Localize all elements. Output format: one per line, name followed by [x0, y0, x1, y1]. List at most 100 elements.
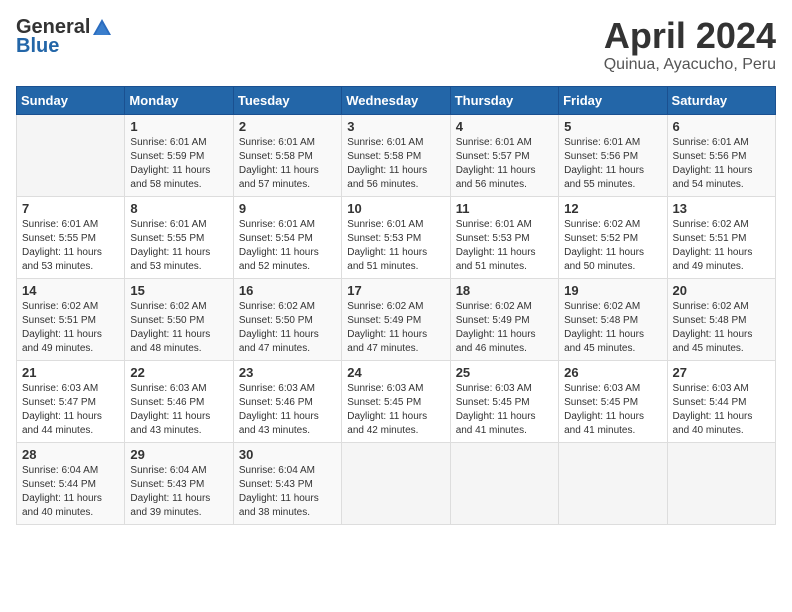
calendar-cell: 22 Sunrise: 6:03 AMSunset: 5:46 PMDaylig…: [125, 360, 233, 442]
calendar-cell: [667, 442, 775, 524]
day-info: Sunrise: 6:01 AMSunset: 5:53 PMDaylight:…: [347, 219, 427, 272]
calendar-cell: [450, 442, 558, 524]
calendar-cell: 18 Sunrise: 6:02 AMSunset: 5:49 PMDaylig…: [450, 278, 558, 360]
weekday-header-row: SundayMondayTuesdayWednesdayThursdayFrid…: [17, 86, 776, 114]
calendar-cell: 20 Sunrise: 6:02 AMSunset: 5:48 PMDaylig…: [667, 278, 775, 360]
day-info: Sunrise: 6:02 AMSunset: 5:52 PMDaylight:…: [564, 219, 644, 272]
day-info: Sunrise: 6:01 AMSunset: 5:59 PMDaylight:…: [130, 137, 210, 190]
calendar-cell: 6 Sunrise: 6:01 AMSunset: 5:56 PMDayligh…: [667, 114, 775, 196]
day-info: Sunrise: 6:01 AMSunset: 5:55 PMDaylight:…: [22, 219, 102, 272]
day-number: 30: [239, 447, 336, 462]
day-info: Sunrise: 6:03 AMSunset: 5:47 PMDaylight:…: [22, 383, 102, 436]
day-number: 27: [673, 365, 770, 380]
weekday-header-sunday: Sunday: [17, 86, 125, 114]
calendar-cell: 4 Sunrise: 6:01 AMSunset: 5:57 PMDayligh…: [450, 114, 558, 196]
calendar-table: SundayMondayTuesdayWednesdayThursdayFrid…: [16, 86, 776, 525]
day-info: Sunrise: 6:01 AMSunset: 5:57 PMDaylight:…: [456, 137, 536, 190]
day-number: 11: [456, 201, 553, 216]
day-info: Sunrise: 6:02 AMSunset: 5:50 PMDaylight:…: [130, 301, 210, 354]
day-info: Sunrise: 6:01 AMSunset: 5:56 PMDaylight:…: [564, 137, 644, 190]
calendar-cell: 13 Sunrise: 6:02 AMSunset: 5:51 PMDaylig…: [667, 196, 775, 278]
calendar-week-row: 28 Sunrise: 6:04 AMSunset: 5:44 PMDaylig…: [17, 442, 776, 524]
calendar-cell: 19 Sunrise: 6:02 AMSunset: 5:48 PMDaylig…: [559, 278, 667, 360]
day-number: 10: [347, 201, 444, 216]
day-info: Sunrise: 6:04 AMSunset: 5:43 PMDaylight:…: [130, 465, 210, 518]
calendar-cell: 14 Sunrise: 6:02 AMSunset: 5:51 PMDaylig…: [17, 278, 125, 360]
calendar-week-row: 14 Sunrise: 6:02 AMSunset: 5:51 PMDaylig…: [17, 278, 776, 360]
page-header: General Blue April 2024 Quinua, Ayacucho…: [16, 16, 776, 74]
day-info: Sunrise: 6:03 AMSunset: 5:46 PMDaylight:…: [239, 383, 319, 436]
day-info: Sunrise: 6:01 AMSunset: 5:58 PMDaylight:…: [239, 137, 319, 190]
calendar-cell: 25 Sunrise: 6:03 AMSunset: 5:45 PMDaylig…: [450, 360, 558, 442]
day-number: 6: [673, 119, 770, 134]
day-number: 14: [22, 283, 119, 298]
weekday-header-saturday: Saturday: [667, 86, 775, 114]
day-number: 22: [130, 365, 227, 380]
day-number: 13: [673, 201, 770, 216]
day-number: 19: [564, 283, 661, 298]
logo-blue-text: Blue: [16, 35, 59, 58]
weekday-header-monday: Monday: [125, 86, 233, 114]
day-number: 24: [347, 365, 444, 380]
day-info: Sunrise: 6:01 AMSunset: 5:55 PMDaylight:…: [130, 219, 210, 272]
weekday-header-thursday: Thursday: [450, 86, 558, 114]
calendar-cell: 27 Sunrise: 6:03 AMSunset: 5:44 PMDaylig…: [667, 360, 775, 442]
day-number: 8: [130, 201, 227, 216]
calendar-cell: [342, 442, 450, 524]
calendar-cell: [559, 442, 667, 524]
calendar-cell: 12 Sunrise: 6:02 AMSunset: 5:52 PMDaylig…: [559, 196, 667, 278]
calendar-cell: 9 Sunrise: 6:01 AMSunset: 5:54 PMDayligh…: [233, 196, 341, 278]
day-number: 16: [239, 283, 336, 298]
day-info: Sunrise: 6:02 AMSunset: 5:51 PMDaylight:…: [673, 219, 753, 272]
day-info: Sunrise: 6:02 AMSunset: 5:51 PMDaylight:…: [22, 301, 102, 354]
day-info: Sunrise: 6:02 AMSunset: 5:49 PMDaylight:…: [456, 301, 536, 354]
day-info: Sunrise: 6:02 AMSunset: 5:49 PMDaylight:…: [347, 301, 427, 354]
day-info: Sunrise: 6:01 AMSunset: 5:58 PMDaylight:…: [347, 137, 427, 190]
day-info: Sunrise: 6:01 AMSunset: 5:54 PMDaylight:…: [239, 219, 319, 272]
calendar-cell: 23 Sunrise: 6:03 AMSunset: 5:46 PMDaylig…: [233, 360, 341, 442]
day-number: 28: [22, 447, 119, 462]
weekday-header-friday: Friday: [559, 86, 667, 114]
day-number: 20: [673, 283, 770, 298]
weekday-header-tuesday: Tuesday: [233, 86, 341, 114]
logo: General Blue: [16, 16, 114, 58]
title-block: April 2024 Quinua, Ayacucho, Peru: [604, 16, 776, 74]
calendar-cell: 16 Sunrise: 6:02 AMSunset: 5:50 PMDaylig…: [233, 278, 341, 360]
calendar-cell: 3 Sunrise: 6:01 AMSunset: 5:58 PMDayligh…: [342, 114, 450, 196]
day-info: Sunrise: 6:04 AMSunset: 5:44 PMDaylight:…: [22, 465, 102, 518]
day-number: 26: [564, 365, 661, 380]
day-number: 18: [456, 283, 553, 298]
calendar-cell: 8 Sunrise: 6:01 AMSunset: 5:55 PMDayligh…: [125, 196, 233, 278]
day-info: Sunrise: 6:03 AMSunset: 5:45 PMDaylight:…: [347, 383, 427, 436]
day-info: Sunrise: 6:02 AMSunset: 5:50 PMDaylight:…: [239, 301, 319, 354]
calendar-week-row: 21 Sunrise: 6:03 AMSunset: 5:47 PMDaylig…: [17, 360, 776, 442]
day-number: 17: [347, 283, 444, 298]
day-info: Sunrise: 6:02 AMSunset: 5:48 PMDaylight:…: [673, 301, 753, 354]
day-info: Sunrise: 6:01 AMSunset: 5:53 PMDaylight:…: [456, 219, 536, 272]
logo-icon: [91, 17, 113, 39]
day-number: 7: [22, 201, 119, 216]
calendar-cell: 7 Sunrise: 6:01 AMSunset: 5:55 PMDayligh…: [17, 196, 125, 278]
day-number: 9: [239, 201, 336, 216]
location-subtitle: Quinua, Ayacucho, Peru: [604, 56, 776, 74]
day-info: Sunrise: 6:03 AMSunset: 5:44 PMDaylight:…: [673, 383, 753, 436]
day-number: 15: [130, 283, 227, 298]
calendar-cell: 10 Sunrise: 6:01 AMSunset: 5:53 PMDaylig…: [342, 196, 450, 278]
day-number: 25: [456, 365, 553, 380]
weekday-header-wednesday: Wednesday: [342, 86, 450, 114]
calendar-cell: 21 Sunrise: 6:03 AMSunset: 5:47 PMDaylig…: [17, 360, 125, 442]
calendar-cell: 2 Sunrise: 6:01 AMSunset: 5:58 PMDayligh…: [233, 114, 341, 196]
day-info: Sunrise: 6:03 AMSunset: 5:45 PMDaylight:…: [564, 383, 644, 436]
calendar-cell: 26 Sunrise: 6:03 AMSunset: 5:45 PMDaylig…: [559, 360, 667, 442]
day-info: Sunrise: 6:03 AMSunset: 5:46 PMDaylight:…: [130, 383, 210, 436]
day-number: 23: [239, 365, 336, 380]
day-number: 4: [456, 119, 553, 134]
calendar-cell: 1 Sunrise: 6:01 AMSunset: 5:59 PMDayligh…: [125, 114, 233, 196]
month-title: April 2024: [604, 16, 776, 56]
calendar-cell: 24 Sunrise: 6:03 AMSunset: 5:45 PMDaylig…: [342, 360, 450, 442]
day-info: Sunrise: 6:01 AMSunset: 5:56 PMDaylight:…: [673, 137, 753, 190]
day-info: Sunrise: 6:04 AMSunset: 5:43 PMDaylight:…: [239, 465, 319, 518]
calendar-cell: 15 Sunrise: 6:02 AMSunset: 5:50 PMDaylig…: [125, 278, 233, 360]
day-number: 12: [564, 201, 661, 216]
day-number: 29: [130, 447, 227, 462]
